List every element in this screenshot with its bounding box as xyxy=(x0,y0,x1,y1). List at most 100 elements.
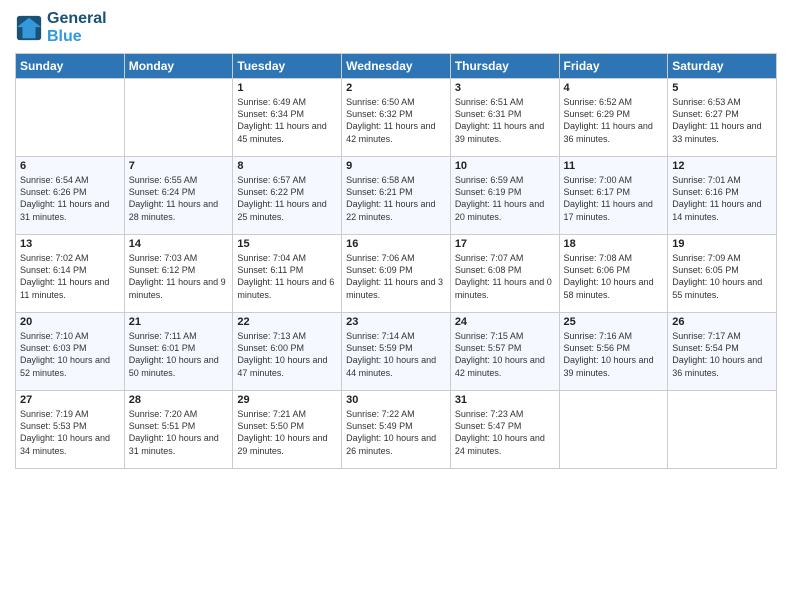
day-number: 26 xyxy=(672,316,772,328)
day-number: 15 xyxy=(237,238,337,250)
calendar-cell: 19Sunrise: 7:09 AM Sunset: 6:05 PM Dayli… xyxy=(668,235,777,313)
header: General Blue xyxy=(15,10,777,45)
day-info: Sunrise: 7:21 AM Sunset: 5:50 PM Dayligh… xyxy=(237,408,337,457)
day-info: Sunrise: 7:08 AM Sunset: 6:06 PM Dayligh… xyxy=(564,252,664,301)
calendar-cell: 25 Sunrise: 7:16 AM Sunset: 5:56 PM Dayli… xyxy=(559,313,668,391)
day-number: 31 xyxy=(455,394,555,406)
day-info: Sunrise: 7:22 AM Sunset: 5:49 PM Dayligh… xyxy=(346,408,446,457)
day-info: Sunrise: 6:54 AM Sunset: 6:26 PM Dayligh… xyxy=(20,174,120,223)
calendar-cell: 23Sunrise: 7:14 AM Sunset: 5:59 PM Dayli… xyxy=(342,313,451,391)
day-number: 7 xyxy=(129,160,229,172)
logo: General Blue xyxy=(15,10,107,45)
day-number: 1 xyxy=(237,82,337,94)
day-number: 2 xyxy=(346,82,446,94)
calendar-cell xyxy=(16,79,125,157)
weekday-header-thursday: Thursday xyxy=(450,54,559,79)
page-container: General Blue SundayMondayTuesdayWednesda… xyxy=(0,0,792,612)
day-info: Sunrise: 7:06 AM Sunset: 6:09 PM Dayligh… xyxy=(346,252,446,301)
day-number: 23 xyxy=(346,316,446,328)
day-number: 3 xyxy=(455,82,555,94)
day-number: 12 xyxy=(672,160,772,172)
day-number: 21 xyxy=(129,316,229,328)
day-info: Sunrise: 7:20 AM Sunset: 5:51 PM Dayligh… xyxy=(129,408,229,457)
calendar-cell: 10Sunrise: 6:59 AM Sunset: 6:19 PM Dayli… xyxy=(450,157,559,235)
weekday-header-saturday: Saturday xyxy=(668,54,777,79)
calendar-cell: 27 Sunrise: 7:19 AM Sunset: 5:53 PM Dayli… xyxy=(16,391,125,469)
day-info: Sunrise: 7:01 AM Sunset: 6:16 PM Dayligh… xyxy=(672,174,772,223)
calendar-cell: 11Sunrise: 7:00 AM Sunset: 6:17 PM Dayli… xyxy=(559,157,668,235)
calendar-week-row: 6 Sunrise: 6:54 AM Sunset: 6:26 PM Daylig… xyxy=(16,157,777,235)
day-info: Sunrise: 6:53 AM Sunset: 6:27 PM Dayligh… xyxy=(672,96,772,145)
weekday-header-friday: Friday xyxy=(559,54,668,79)
day-info: Sunrise: 6:55 AM Sunset: 6:24 PM Dayligh… xyxy=(129,174,229,223)
day-info: Sunrise: 7:23 AM Sunset: 5:47 PM Dayligh… xyxy=(455,408,555,457)
day-number: 16 xyxy=(346,238,446,250)
day-number: 17 xyxy=(455,238,555,250)
calendar-cell: 21Sunrise: 7:11 AM Sunset: 6:01 PM Dayli… xyxy=(124,313,233,391)
calendar-cell: 29 Sunrise: 7:21 AM Sunset: 5:50 PM Dayli… xyxy=(233,391,342,469)
calendar-cell: 12 Sunrise: 7:01 AM Sunset: 6:16 PM Dayli… xyxy=(668,157,777,235)
day-info: Sunrise: 7:15 AM Sunset: 5:57 PM Dayligh… xyxy=(455,330,555,379)
day-info: Sunrise: 7:02 AM Sunset: 6:14 PM Dayligh… xyxy=(20,252,120,301)
calendar-cell: 15 Sunrise: 7:04 AM Sunset: 6:11 PM Dayli… xyxy=(233,235,342,313)
day-info: Sunrise: 7:13 AM Sunset: 6:00 PM Dayligh… xyxy=(237,330,337,379)
day-info: Sunrise: 7:19 AM Sunset: 5:53 PM Dayligh… xyxy=(20,408,120,457)
day-info: Sunrise: 6:57 AM Sunset: 6:22 PM Dayligh… xyxy=(237,174,337,223)
calendar-cell: 3 Sunrise: 6:51 AM Sunset: 6:31 PM Daylig… xyxy=(450,79,559,157)
weekday-header-sunday: Sunday xyxy=(16,54,125,79)
weekday-header-monday: Monday xyxy=(124,54,233,79)
day-number: 10 xyxy=(455,160,555,172)
day-number: 24 xyxy=(455,316,555,328)
weekday-header-wednesday: Wednesday xyxy=(342,54,451,79)
day-info: Sunrise: 7:17 AM Sunset: 5:54 PM Dayligh… xyxy=(672,330,772,379)
calendar-table: SundayMondayTuesdayWednesdayThursdayFrid… xyxy=(15,53,777,469)
calendar-cell: 5 Sunrise: 6:53 AM Sunset: 6:27 PM Daylig… xyxy=(668,79,777,157)
day-number: 5 xyxy=(672,82,772,94)
calendar-cell: 1 Sunrise: 6:49 AM Sunset: 6:34 PM Daylig… xyxy=(233,79,342,157)
day-number: 20 xyxy=(20,316,120,328)
calendar-header: SundayMondayTuesdayWednesdayThursdayFrid… xyxy=(16,54,777,79)
day-number: 27 xyxy=(20,394,120,406)
day-info: Sunrise: 6:49 AM Sunset: 6:34 PM Dayligh… xyxy=(237,96,337,145)
day-number: 29 xyxy=(237,394,337,406)
day-info: Sunrise: 7:04 AM Sunset: 6:11 PM Dayligh… xyxy=(237,252,337,301)
day-number: 25 xyxy=(564,316,664,328)
day-info: Sunrise: 6:58 AM Sunset: 6:21 PM Dayligh… xyxy=(346,174,446,223)
day-number: 4 xyxy=(564,82,664,94)
day-number: 14 xyxy=(129,238,229,250)
calendar-week-row: 13 Sunrise: 7:02 AM Sunset: 6:14 PM Dayli… xyxy=(16,235,777,313)
day-info: Sunrise: 7:03 AM Sunset: 6:12 PM Dayligh… xyxy=(129,252,229,301)
calendar-cell: 24 Sunrise: 7:15 AM Sunset: 5:57 PM Dayli… xyxy=(450,313,559,391)
calendar-cell: 26 Sunrise: 7:17 AM Sunset: 5:54 PM Dayli… xyxy=(668,313,777,391)
day-info: Sunrise: 6:52 AM Sunset: 6:29 PM Dayligh… xyxy=(564,96,664,145)
day-number: 18 xyxy=(564,238,664,250)
day-info: Sunrise: 7:10 AM Sunset: 6:03 PM Dayligh… xyxy=(20,330,120,379)
calendar-cell: 17 Sunrise: 7:07 AM Sunset: 6:08 PM Dayli… xyxy=(450,235,559,313)
calendar-cell: 4 Sunrise: 6:52 AM Sunset: 6:29 PM Daylig… xyxy=(559,79,668,157)
day-number: 22 xyxy=(237,316,337,328)
calendar-cell: 30 Sunrise: 7:22 AM Sunset: 5:49 PM Dayli… xyxy=(342,391,451,469)
calendar-cell: 6 Sunrise: 6:54 AM Sunset: 6:26 PM Daylig… xyxy=(16,157,125,235)
day-number: 8 xyxy=(237,160,337,172)
calendar-cell xyxy=(124,79,233,157)
day-info: Sunrise: 7:09 AM Sunset: 6:05 PM Dayligh… xyxy=(672,252,772,301)
calendar-cell: 28Sunrise: 7:20 AM Sunset: 5:51 PM Dayli… xyxy=(124,391,233,469)
calendar-cell: 9Sunrise: 6:58 AM Sunset: 6:21 PM Daylig… xyxy=(342,157,451,235)
calendar-cell: 31 Sunrise: 7:23 AM Sunset: 5:47 PM Dayli… xyxy=(450,391,559,469)
day-number: 13 xyxy=(20,238,120,250)
calendar-week-row: 27 Sunrise: 7:19 AM Sunset: 5:53 PM Dayli… xyxy=(16,391,777,469)
day-info: Sunrise: 7:16 AM Sunset: 5:56 PM Dayligh… xyxy=(564,330,664,379)
calendar-cell: 14 Sunrise: 7:03 AM Sunset: 6:12 PM Dayli… xyxy=(124,235,233,313)
day-number: 6 xyxy=(20,160,120,172)
day-number: 30 xyxy=(346,394,446,406)
logo-icon xyxy=(15,14,43,42)
calendar-body: 1 Sunrise: 6:49 AM Sunset: 6:34 PM Daylig… xyxy=(16,79,777,469)
calendar-cell: 16 Sunrise: 7:06 AM Sunset: 6:09 PM Dayli… xyxy=(342,235,451,313)
calendar-cell: 18 Sunrise: 7:08 AM Sunset: 6:06 PM Dayli… xyxy=(559,235,668,313)
day-info: Sunrise: 6:50 AM Sunset: 6:32 PM Dayligh… xyxy=(346,96,446,145)
day-info: Sunrise: 7:07 AM Sunset: 6:08 PM Dayligh… xyxy=(455,252,555,301)
day-info: Sunrise: 6:51 AM Sunset: 6:31 PM Dayligh… xyxy=(455,96,555,145)
weekday-header-tuesday: Tuesday xyxy=(233,54,342,79)
day-number: 11 xyxy=(564,160,664,172)
calendar-cell: 2 Sunrise: 6:50 AM Sunset: 6:32 PM Daylig… xyxy=(342,79,451,157)
